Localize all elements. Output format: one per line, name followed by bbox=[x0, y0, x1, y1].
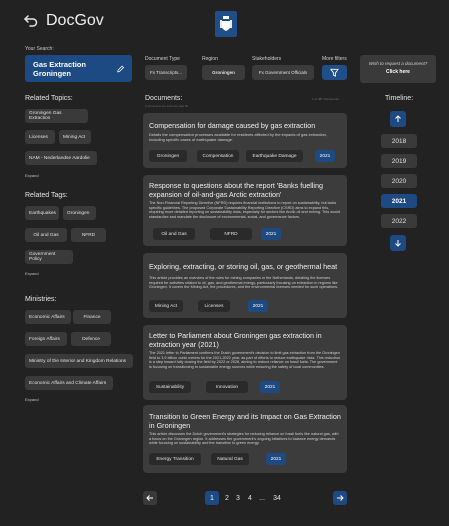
documents-sort-note: # documents are sorted by date ID bbox=[145, 104, 188, 108]
tag-chip[interactable]: NFRD bbox=[71, 228, 106, 242]
documents-count: 1 of 487 Documents bbox=[312, 97, 339, 101]
tag-chip[interactable]: Government Policy bbox=[25, 250, 73, 264]
document-tag[interactable]: Sustainability bbox=[149, 381, 191, 393]
document-title[interactable]: Response to questions about the report '… bbox=[149, 181, 341, 199]
page-number[interactable]: 2 bbox=[222, 491, 232, 505]
ministry-chip[interactable]: Ministry of the Interior and Kingdom Rel… bbox=[25, 354, 133, 368]
pencil-icon[interactable] bbox=[117, 65, 124, 73]
ministry-chip[interactable]: Defence bbox=[71, 332, 111, 346]
document-card[interactable]: Transition to Green Energy and its Impac… bbox=[143, 405, 347, 473]
document-tag[interactable]: Groningen bbox=[149, 150, 187, 162]
ministry-chip[interactable]: Finance bbox=[73, 310, 111, 324]
request-link[interactable]: Click here bbox=[360, 69, 436, 75]
document-tag[interactable]: Innovation bbox=[206, 381, 248, 393]
timeline-heading: Timeline: bbox=[385, 95, 414, 102]
page-number-active[interactable]: 1 bbox=[205, 491, 219, 505]
document-summary: The Non-Financial Reporting Directive (N… bbox=[149, 201, 341, 220]
document-tag[interactable]: Mining Act bbox=[149, 300, 183, 312]
search-input[interactable]: Gas Extraction Groningen bbox=[25, 55, 132, 82]
document-card[interactable]: Compensation for damage caused by gas ex… bbox=[143, 113, 347, 168]
filter-region[interactable]: Groningen bbox=[202, 65, 245, 80]
arrow-up-icon bbox=[395, 115, 401, 122]
document-year-badge[interactable]: 2021 bbox=[315, 150, 335, 162]
page-ellipsis: ... bbox=[259, 494, 265, 502]
document-year-badge[interactable]: 2021 bbox=[260, 381, 280, 393]
document-tag[interactable]: Earthquake Damage bbox=[246, 150, 303, 162]
filter-label-document-type: Document Type bbox=[145, 56, 180, 62]
documents-heading: Documents: bbox=[145, 95, 183, 102]
document-card[interactable]: Letter to Parliament about Groningen gas… bbox=[143, 325, 347, 400]
timeline-year[interactable]: 2020 bbox=[381, 174, 417, 188]
timeline-year[interactable]: 2018 bbox=[381, 134, 417, 148]
arrow-down-icon bbox=[395, 240, 401, 247]
expand-tags-link[interactable]: Expand bbox=[25, 271, 39, 276]
document-tag[interactable]: Compensation bbox=[197, 150, 239, 162]
tag-chip[interactable]: Oil and Gas bbox=[25, 228, 67, 242]
timeline-up-button[interactable] bbox=[390, 111, 406, 127]
topic-tag[interactable]: Licenses bbox=[25, 130, 55, 144]
search-label: Your Search: bbox=[25, 46, 54, 52]
document-tag[interactable]: Energy Transition bbox=[149, 453, 201, 465]
page-number[interactable]: 34 bbox=[270, 491, 284, 505]
related-topics-heading: Related Topics: bbox=[25, 95, 73, 102]
page-number[interactable]: 4 bbox=[245, 491, 255, 505]
topic-tag[interactable]: Mining Act bbox=[59, 130, 91, 144]
document-year-badge[interactable]: 2021 bbox=[266, 453, 286, 465]
tag-chip[interactable]: Groningen bbox=[63, 206, 96, 220]
more-filters-button[interactable] bbox=[322, 65, 347, 80]
timeline-down-button[interactable] bbox=[390, 235, 406, 251]
filter-label-region: Region bbox=[202, 56, 218, 62]
document-tag[interactable]: Natural Gas bbox=[211, 453, 249, 465]
filter-label-more: More filters bbox=[322, 56, 347, 62]
app-title: DocGov bbox=[46, 12, 104, 29]
ministries-heading: Ministries: bbox=[25, 296, 57, 303]
back-arrow-icon[interactable] bbox=[24, 13, 38, 27]
arrow-left-icon bbox=[146, 495, 153, 501]
document-summary: Details the compensation processes avail… bbox=[149, 132, 328, 142]
timeline-year-active[interactable]: 2021 bbox=[381, 194, 417, 208]
arrow-right-icon bbox=[337, 495, 344, 501]
document-summary: This article discusses the Dutch governm… bbox=[149, 432, 339, 446]
document-summary: This article provides an overview of the… bbox=[149, 276, 339, 290]
search-value: Gas Extraction Groningen bbox=[33, 59, 86, 78]
document-tag[interactable]: Licenses bbox=[198, 300, 230, 312]
ministry-chip[interactable]: Economic Affairs bbox=[25, 310, 71, 324]
filter-document-type[interactable]: Fx Transcripts... bbox=[145, 65, 187, 80]
expand-topics-link[interactable]: Expand bbox=[25, 173, 39, 178]
document-tag[interactable]: NFRD bbox=[210, 228, 252, 240]
topic-tag[interactable]: Groningen Gas Extraction bbox=[25, 109, 88, 123]
expand-ministries-link[interactable]: Expand bbox=[25, 397, 39, 402]
document-year-badge[interactable]: 2021 bbox=[248, 300, 268, 312]
request-question: Wish to request a document? bbox=[368, 61, 428, 66]
filter-stakeholders[interactable]: Fx Government Officials bbox=[252, 65, 314, 80]
ministry-chip[interactable]: Foreign Affairs bbox=[25, 332, 67, 346]
document-title[interactable]: Compensation for damage caused by gas ex… bbox=[149, 121, 341, 130]
document-summary: The 2021 letter to Parliament confirms t… bbox=[149, 351, 341, 370]
funnel-icon bbox=[330, 68, 339, 77]
topic-tag[interactable]: NAM - Nederlandse Aardolie bbox=[25, 151, 97, 165]
tag-chip[interactable]: Earthquakes bbox=[25, 206, 59, 220]
page-number[interactable]: 3 bbox=[233, 491, 243, 505]
ministry-chip[interactable]: Economic Affairs and Climate Affairs bbox=[25, 376, 113, 390]
timeline-year[interactable]: 2022 bbox=[381, 214, 417, 228]
document-title[interactable]: Letter to Parliament about Groningen gas… bbox=[149, 331, 341, 349]
prev-page-button[interactable] bbox=[143, 491, 157, 505]
document-title[interactable]: Exploring, extracting, or storing oil, g… bbox=[149, 262, 341, 271]
document-card[interactable]: Exploring, extracting, or storing oil, g… bbox=[143, 253, 347, 318]
dutch-government-crest-icon bbox=[215, 11, 237, 37]
request-document-box[interactable]: Wish to request a document? Click here bbox=[360, 55, 436, 83]
filter-label-stakeholders: Stakeholders bbox=[252, 56, 282, 62]
related-tags-heading: Related Tags: bbox=[25, 192, 68, 199]
timeline-year[interactable]: 2019 bbox=[381, 154, 417, 168]
document-year-badge[interactable]: 2021 bbox=[261, 228, 281, 240]
document-card[interactable]: Response to questions about the report '… bbox=[143, 175, 347, 246]
next-page-button[interactable] bbox=[333, 491, 347, 505]
document-tag[interactable]: Oil and Gas bbox=[153, 228, 195, 240]
document-title[interactable]: Transition to Green Energy and its Impac… bbox=[149, 412, 341, 430]
